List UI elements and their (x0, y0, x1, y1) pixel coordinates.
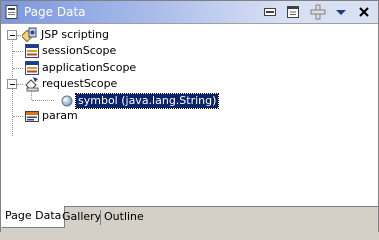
tree-node-sessionscope[interactable]: sessionScope (42, 44, 116, 58)
add-data-icon[interactable] (310, 4, 326, 20)
param-icon (25, 111, 39, 122)
page-data-view-icon (5, 5, 18, 19)
close-view-icon[interactable] (356, 4, 372, 20)
view-title-bar[interactable]: Page Data (1, 1, 378, 24)
view-menu-icon[interactable] (333, 4, 349, 20)
tree-node-jsp-scripting[interactable]: JSP scripting (41, 28, 109, 42)
view-title: Page Data (24, 5, 86, 19)
tree-connector (13, 116, 23, 117)
scope-icon (25, 44, 39, 58)
tree-connector (17, 84, 23, 85)
new-page-data-icon[interactable] (285, 4, 301, 20)
page-data-view: Page Data JSP scripting sessionScope app… (0, 0, 379, 232)
tree-node-applicationscope[interactable]: applicationScope (42, 61, 136, 75)
minimize-view-icon[interactable] (262, 4, 278, 20)
collapse-toggle-requestscope[interactable] (7, 79, 17, 89)
variable-icon (61, 95, 73, 107)
tab-page-data[interactable]: Page Data (1, 206, 66, 228)
tree-connector (32, 100, 54, 101)
collapse-toggle-jsp-scripting[interactable] (7, 30, 17, 40)
scope-icon (25, 61, 39, 75)
tree-connector (13, 51, 23, 52)
jsp-scripting-icon (22, 27, 37, 43)
tree-node-param[interactable]: param (42, 109, 78, 123)
page-data-tree[interactable]: JSP scripting sessionScope applicationSc… (1, 24, 378, 205)
tree-node-symbol[interactable]: symbol (java.lang.String) (74, 93, 220, 109)
request-scope-icon (25, 77, 39, 92)
tree-connector (13, 68, 23, 69)
view-tab-bar: Page Data Gallery Outline (1, 206, 378, 232)
tab-outline[interactable]: Outline (101, 207, 147, 227)
tree-node-requestscope[interactable]: requestScope (42, 77, 117, 91)
tab-gallery[interactable]: Gallery (59, 207, 104, 227)
tree-connector (17, 35, 21, 36)
